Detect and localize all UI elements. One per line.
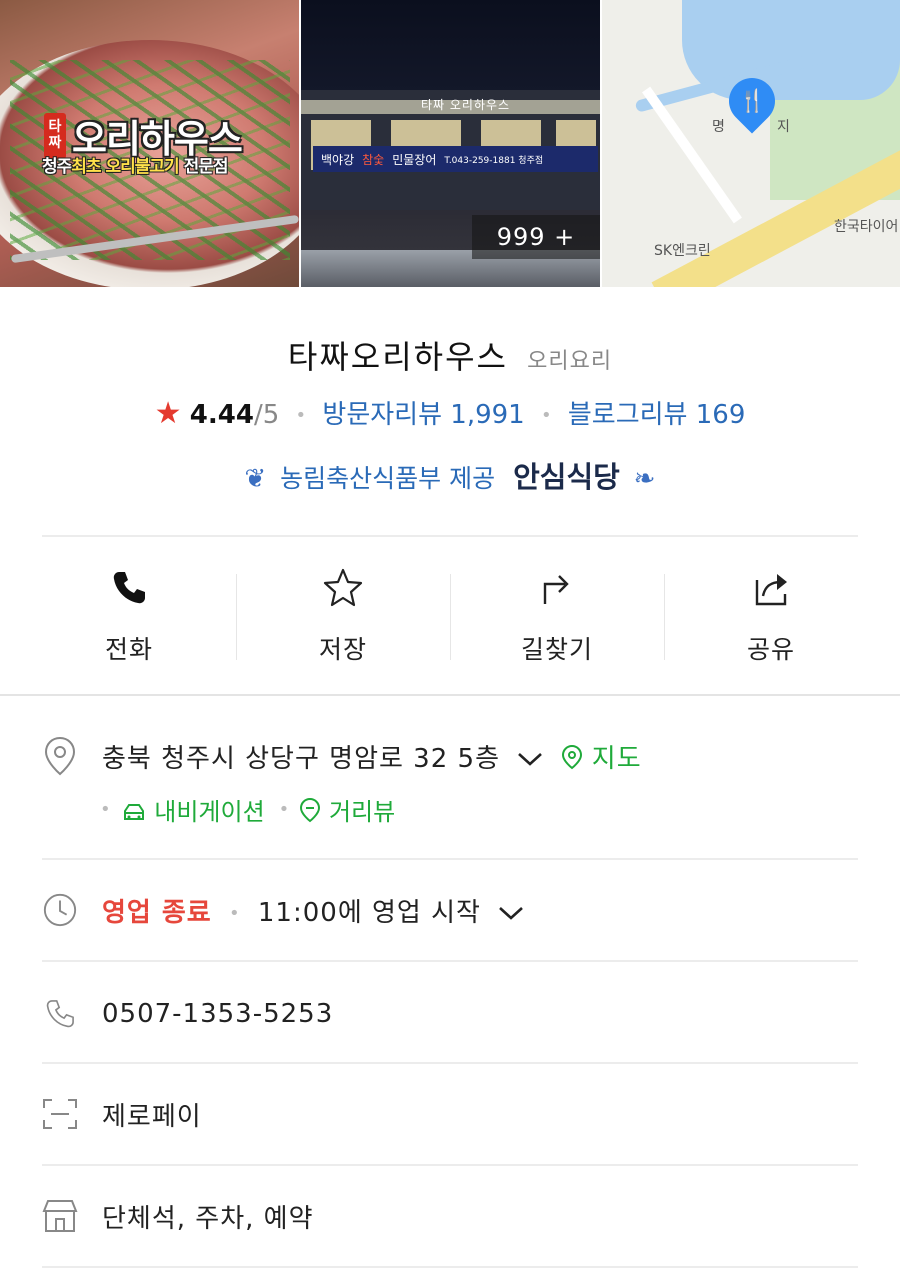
hours-status: 영업 종료: [102, 897, 212, 928]
phone-row[interactable]: 0507-1353-5253: [42, 994, 858, 1034]
divider: [42, 960, 858, 962]
photo-strip: 타짜 오리하우스 청주최초 오리불고기 전문점 타짜 오리하우스 백야강 참숯 …: [0, 0, 900, 287]
sign-phone: T.043-259-1881 청주점: [444, 155, 544, 166]
hours-line: 영업 종료 • 11:00에 영업 시작: [102, 892, 532, 929]
call-button[interactable]: 전화: [22, 556, 236, 676]
logo-sub-suffix: 전문점: [183, 157, 229, 177]
map-label: SK엔크린: [654, 243, 711, 259]
map-link[interactable]: 지도: [561, 744, 642, 774]
share-button[interactable]: 공유: [664, 556, 878, 676]
street-view-link[interactable]: 거리뷰: [299, 792, 395, 827]
navigation-link[interactable]: 내비게이션: [121, 792, 265, 827]
share-icon: [755, 574, 787, 606]
rating-star-icon: ★: [154, 396, 182, 431]
photo-count-badge[interactable]: 999 +: [472, 215, 600, 259]
map-label: 지: [777, 119, 790, 135]
map-thumbnail[interactable]: 🍴 명 지 SK엔크린 한국타이어: [602, 0, 900, 287]
place-category: 오리요리: [527, 349, 613, 374]
food-photo[interactable]: 타짜 오리하우스 청주최초 오리불고기 전문점: [0, 0, 299, 287]
scan-icon: [42, 1094, 78, 1134]
visitor-reviews-link[interactable]: 방문자리뷰 1,991: [322, 400, 524, 430]
save-button[interactable]: 저장: [236, 556, 450, 676]
address-line: 충북 청주시 상당구 명암로 32 5층 지도: [102, 738, 642, 775]
safe-restaurant-badge[interactable]: ❦ 농림축산식품부 제공 안심식당 ❧: [0, 454, 900, 496]
fork-knife-icon: 🍴: [738, 88, 766, 114]
share-label: 공유: [746, 635, 795, 664]
navigation-label: 내비게이션: [154, 798, 265, 826]
amenities-row: 단체석, 주차, 예약: [42, 1196, 858, 1236]
map-pin-small-icon: [561, 744, 582, 769]
payment-row: 제로페이: [42, 1094, 858, 1134]
logo-sub-mid: 오리불고기: [105, 157, 179, 177]
map-link-label: 지도: [591, 743, 642, 774]
divider: [42, 858, 858, 860]
laurel-left-icon: ❦: [244, 464, 267, 494]
address-sublinks: • 내비게이션 • 거리뷰: [100, 792, 395, 827]
sign-hot: 참숯: [362, 152, 385, 167]
hours-next: 11:00에 영업 시작: [257, 897, 481, 928]
separator-dot: •: [295, 405, 307, 426]
amenities-list: 단체석, 주차, 예약: [102, 1203, 314, 1234]
storefront-top-sign: 타짜 오리하우스: [421, 98, 511, 112]
map-label: 명: [712, 119, 725, 135]
divider: [42, 1164, 858, 1166]
clock-icon: [42, 890, 78, 930]
sign-brand: 백야강: [321, 152, 355, 167]
phone-number[interactable]: 0507-1353-5253: [102, 999, 333, 1029]
logo-subtitle: 청주최초 오리불고기 전문점: [42, 152, 229, 177]
store-icon: [42, 1196, 78, 1236]
badge-provider: 농림축산식품부 제공: [280, 464, 496, 493]
blog-reviews-link[interactable]: 블로그리뷰 169: [568, 400, 746, 430]
call-label: 전화: [104, 635, 153, 664]
location-pin-icon: [42, 736, 78, 776]
separator-dot: •: [100, 799, 111, 820]
place-name: 타짜오리하우스: [287, 338, 509, 376]
directions-button[interactable]: 길찾기: [450, 556, 664, 676]
hours-row[interactable]: 영업 종료 • 11:00에 영업 시작: [42, 890, 858, 930]
separator-dot: •: [229, 902, 241, 924]
street-view-icon: [300, 797, 321, 823]
save-label: 저장: [318, 635, 367, 664]
payment-method: 제로페이: [102, 1101, 202, 1132]
rating-value: 4.44: [189, 400, 254, 430]
car-icon: [123, 804, 144, 820]
rating-max: /5: [253, 400, 280, 430]
sign-text: 민물장어: [392, 152, 437, 167]
divider: [42, 1266, 858, 1268]
divider: [42, 1062, 858, 1064]
star-icon: [323, 568, 363, 607]
logo-sub-highlight: 최초: [71, 157, 101, 177]
map-road: [642, 86, 742, 224]
divider: [42, 535, 858, 537]
address-text[interactable]: 충북 청주시 상당구 명암로 32 5층: [102, 744, 500, 774]
phone-outline-icon: [42, 994, 78, 1034]
logo-sub-prefix: 청주: [42, 157, 72, 177]
map-label: 한국타이어: [834, 219, 899, 235]
chevron-down-icon[interactable]: [498, 898, 524, 928]
divider: [0, 694, 900, 696]
separator-dot: •: [540, 405, 552, 426]
directions-label: 길찾기: [520, 635, 593, 664]
phone-icon: [113, 572, 145, 604]
separator-dot: •: [278, 799, 290, 820]
storefront-sign: 백야강 참숯 민물장어 T.043-259-1881 청주점: [313, 146, 598, 172]
badge-title: 안심식당: [513, 460, 620, 494]
action-bar: 전화 저장 길찾기 공유: [22, 556, 878, 676]
directions-icon: [543, 575, 569, 604]
laurel-right-icon: ❧: [633, 464, 656, 494]
place-title-row: 타짜오리하우스 오리요리: [0, 332, 900, 378]
rating-row: ★ 4.44/5 • 방문자리뷰 1,991 • 블로그리뷰 169: [0, 394, 900, 431]
address-row: 충북 청주시 상당구 명암로 32 5층 지도: [42, 736, 858, 776]
chevron-down-icon[interactable]: [517, 744, 543, 774]
street-view-label: 거리뷰: [328, 798, 396, 826]
storefront-photo[interactable]: 타짜 오리하우스 백야강 참숯 민물장어 T.043-259-1881 청주점 …: [301, 0, 600, 287]
